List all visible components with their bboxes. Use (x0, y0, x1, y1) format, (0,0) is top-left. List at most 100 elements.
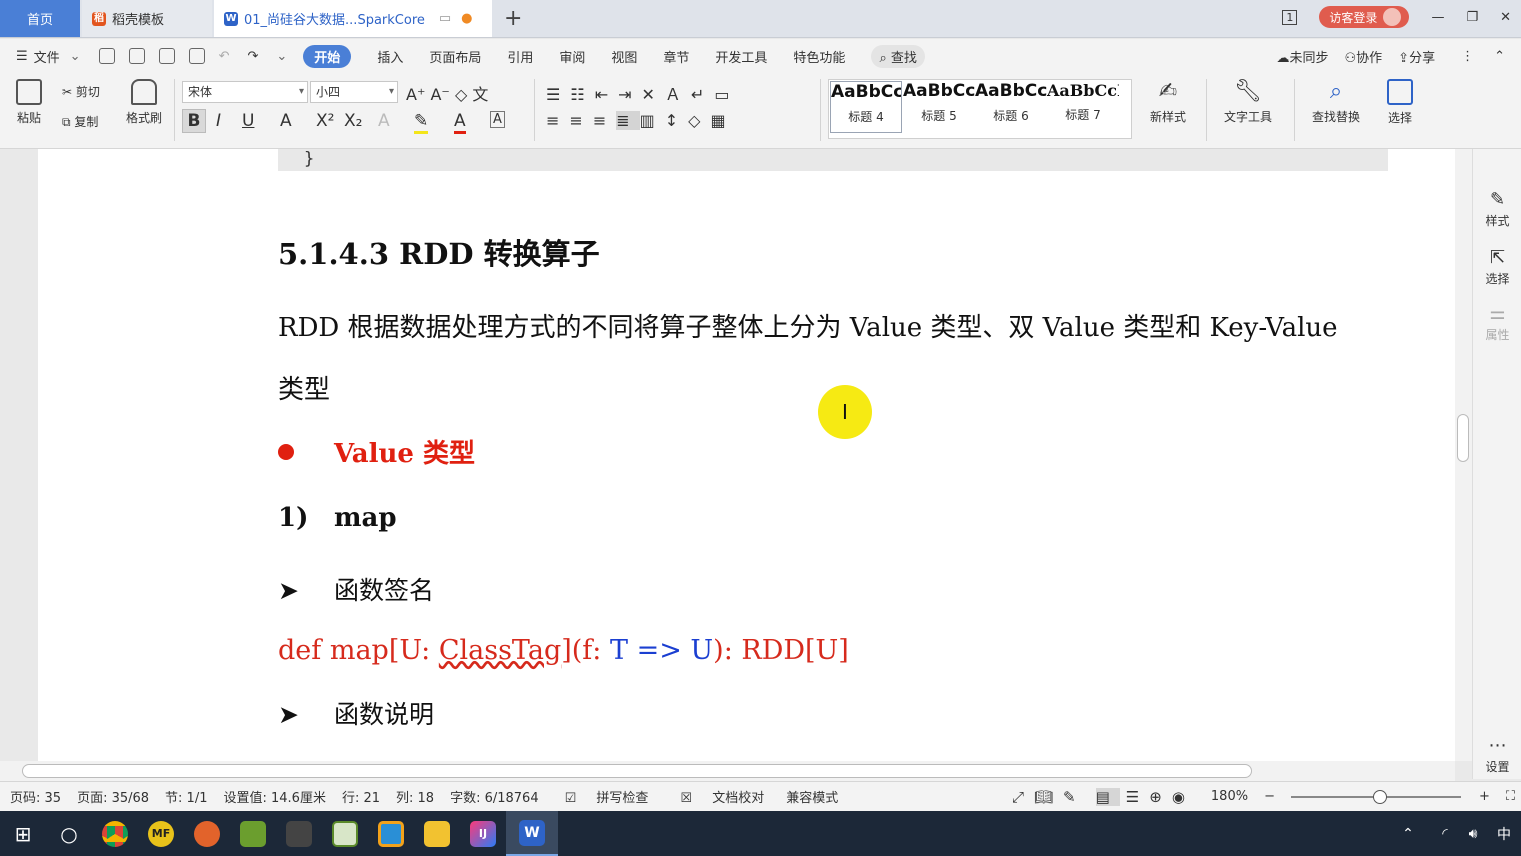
bold-icon[interactable]: B (182, 109, 206, 133)
side-props-button[interactable]: ⚌ 属性 (1473, 303, 1521, 343)
new-tab-button[interactable]: + (504, 6, 522, 31)
restore-icon[interactable]: ❐ (1466, 10, 1478, 25)
menu-features[interactable]: 特色功能 (793, 47, 845, 66)
zoom-level[interactable]: 180% (1211, 789, 1248, 804)
cut-button[interactable]: ✂ 剪切 (62, 83, 100, 100)
text-effect-icon[interactable]: A (378, 111, 390, 131)
status-setting[interactable]: 设置值: 14.6厘米 (223, 787, 325, 806)
superscript-icon[interactable]: X² (316, 111, 334, 131)
collab-button[interactable]: ⚇协作 (1345, 47, 1383, 66)
vertical-scrollbar[interactable] (1455, 149, 1472, 761)
proofread-button[interactable]: ☒ 文档校对 (670, 787, 770, 806)
cortana-icon[interactable]: ○ (46, 811, 92, 856)
more-icon[interactable]: ⋮ (1461, 49, 1474, 64)
tray-chevron-up-icon[interactable]: ⌃ (1385, 811, 1431, 856)
zoom-out-icon[interactable]: − (1264, 789, 1275, 804)
zoom-slider-knob[interactable] (1372, 789, 1387, 804)
subscript-icon[interactable]: X₂ (344, 111, 362, 131)
spell-check-button[interactable]: ☑ 拼写检查 (555, 787, 655, 806)
status-words[interactable]: 字数: 6/18764 (450, 787, 539, 806)
sync-status[interactable]: ☁未同步 (1276, 47, 1328, 66)
style-heading-4[interactable]: AaBbCc 标题 4 (830, 81, 902, 133)
status-row[interactable]: 行: 21 (342, 787, 380, 806)
new-style-button[interactable]: ✍ 新样式 (1140, 79, 1196, 125)
menu-view[interactable]: 视图 (611, 47, 637, 66)
menu-file[interactable]: 文件 (34, 47, 60, 66)
zoom-slider[interactable] (1290, 789, 1461, 804)
status-page-code[interactable]: 页码: 35 (10, 787, 61, 806)
font-color-icon[interactable]: A (454, 111, 466, 134)
text-tools-button[interactable]: 🔧︎ 文字工具 (1216, 79, 1280, 125)
status-pages[interactable]: 页面: 35/68 (77, 787, 149, 806)
menu-dev-tools[interactable]: 开发工具 (715, 47, 767, 66)
horizontal-scrollbar[interactable] (0, 761, 1455, 781)
style-heading-5[interactable]: AaBbCc 标题 5 (903, 81, 975, 133)
fit-page-icon[interactable]: ⛶ (1506, 789, 1515, 804)
tab-document[interactable]: W 01_尚硅谷大数据...SparkCore ▭ ● (214, 0, 492, 37)
intellij-icon[interactable]: IJ (460, 811, 506, 856)
export-icon[interactable] (128, 48, 145, 64)
page-view-icon[interactable]: ▤ (1095, 787, 1120, 806)
notepad-icon[interactable] (322, 811, 368, 856)
side-select-button[interactable]: ⇱ 选择 (1473, 247, 1521, 287)
copy-button[interactable]: ⧉ 复制 (62, 113, 98, 130)
tool-app-icon[interactable] (276, 811, 322, 856)
menu-reference[interactable]: 引用 (507, 47, 533, 66)
remote-app-icon[interactable] (368, 811, 414, 856)
italic-icon[interactable]: I (216, 111, 221, 131)
paragraph-tools-row1[interactable]: ☰☷⇤⇥✕Ａ↵▭ (546, 81, 739, 105)
side-settings-button[interactable]: ⋯ 设置 (1473, 735, 1521, 775)
font-select[interactable]: 宋体 (182, 81, 308, 103)
share-button[interactable]: ⇪分享 (1398, 47, 1435, 66)
char-border-icon[interactable]: A (490, 111, 505, 128)
snail-app-icon[interactable] (184, 811, 230, 856)
print-icon[interactable] (158, 48, 175, 64)
side-style-button[interactable]: ✎ 样式 (1473, 189, 1521, 229)
page-count-badge[interactable]: 1 (1282, 9, 1298, 25)
login-button[interactable]: 访客登录 (1319, 6, 1410, 28)
menu-page-layout[interactable]: 页面布局 (429, 47, 481, 66)
zoom-in-icon[interactable]: + (1479, 789, 1490, 804)
paragraph-tools-row2[interactable]: ≡≡≡≣▥↕◇▦ (546, 111, 736, 130)
menu-chapter[interactable]: 章节 (663, 47, 689, 66)
minimize-icon[interactable]: — (1431, 10, 1444, 25)
wifi-icon[interactable]: ◜ (1431, 811, 1459, 856)
ime-indicator[interactable]: 中 (1487, 811, 1521, 856)
close-icon[interactable]: ✕ (1500, 10, 1511, 25)
menu-review[interactable]: 审阅 (559, 47, 585, 66)
document-page[interactable]: } 5.1.4.3 RDD 转换算子 RDD 根据数据处理方式的不同将算子整体上… (38, 149, 1455, 761)
format-painter-button[interactable]: 格式刷 (122, 79, 166, 126)
volume-icon[interactable]: 🔊︎ (1459, 811, 1487, 856)
style-heading-6[interactable]: AaBbCc 标题 6 (975, 81, 1047, 133)
view-mode-buttons[interactable]: ⤢📖︎✎ ▤ ☰⊕◉ (1012, 787, 1195, 806)
paste-button[interactable]: 粘贴 (12, 79, 46, 126)
eraser-icon[interactable]: ◇ (455, 85, 467, 104)
style-heading-7[interactable]: AaBbCcD标题 7 (1047, 81, 1119, 133)
hamburger-icon[interactable]: ☰ (16, 49, 28, 64)
grow-font-icon[interactable]: A⁺ (406, 85, 425, 104)
undo-icon[interactable]: ↶ (219, 49, 230, 64)
underline-icon[interactable]: U (242, 111, 254, 131)
horizontal-scroll-thumb[interactable] (22, 764, 1252, 778)
tab-template[interactable]: 稻稻壳模板 (82, 0, 212, 37)
highlight-icon[interactable]: ✎ (414, 111, 429, 134)
font-size-select[interactable]: 小四 (310, 81, 398, 103)
phonetic-icon[interactable]: 文 (472, 85, 488, 104)
shrink-font-icon[interactable]: A⁻ (430, 85, 449, 104)
menu-start[interactable]: 开始 (303, 44, 352, 68)
file-explorer-icon[interactable] (414, 811, 460, 856)
find-replace-button[interactable]: ⌕ 查找替换 (1304, 79, 1368, 125)
select-button[interactable]: 选择 (1378, 79, 1422, 126)
vertical-scroll-thumb[interactable] (1457, 414, 1469, 462)
wps-writer-icon[interactable]: W (506, 811, 558, 856)
mf-app-icon[interactable]: MF (138, 811, 184, 856)
redo-icon[interactable]: ↷ (247, 49, 258, 64)
collapse-ribbon-icon[interactable]: ⌃ (1494, 49, 1505, 64)
chrome-icon[interactable] (92, 811, 138, 856)
status-section[interactable]: 节: 1/1 (165, 787, 207, 806)
chevron-down-icon[interactable]: ⌄ (70, 49, 81, 64)
green-app-icon[interactable] (230, 811, 276, 856)
tab-home[interactable]: 首页 (0, 0, 80, 37)
status-col[interactable]: 列: 18 (396, 787, 434, 806)
strikethrough-icon[interactable]: A (280, 111, 292, 131)
